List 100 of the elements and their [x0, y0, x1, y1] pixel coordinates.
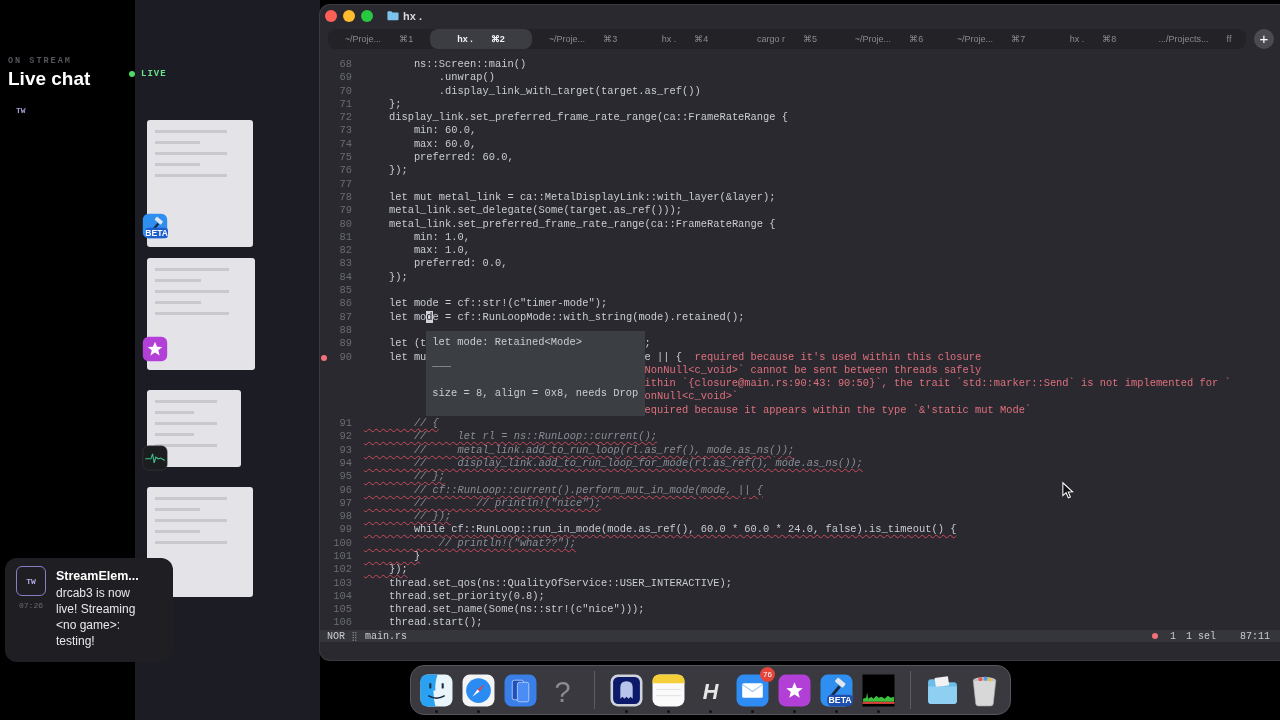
folder-icon [387, 10, 399, 21]
compass-icon[interactable] [462, 673, 495, 707]
stacked-windows-icon[interactable] [504, 673, 537, 707]
terminal-tab[interactable]: ~/Proje... ⌘7 [940, 29, 1042, 49]
line-number: 69 [339, 71, 352, 85]
line-number: 75 [339, 151, 352, 165]
hammer-icon[interactable]: BETA [820, 673, 853, 707]
code-line: min: 1.0, [412, 230, 470, 243]
line-number: 100 [333, 536, 352, 550]
notification-time: 07:26 [19, 601, 43, 610]
question-mark-icon[interactable]: ? [546, 673, 579, 707]
line-number: 92 [339, 430, 352, 444]
line-number: 79 [339, 204, 352, 218]
line-number: 98 [339, 510, 352, 524]
code-line: let mu [387, 350, 427, 363]
window-thumbnail[interactable] [147, 390, 241, 467]
zoom-button[interactable] [361, 9, 373, 22]
window-thumbnail[interactable] [147, 258, 255, 370]
close-button[interactable] [325, 9, 337, 22]
line-number: 71 [339, 97, 352, 112]
selection-count: 1 sel [1185, 630, 1216, 642]
terminal-tab[interactable]: .../Projects... ff [1144, 29, 1246, 49]
line-number: 93 [339, 443, 352, 457]
letter-h-icon[interactable]: H [694, 673, 727, 707]
live-dot-icon [129, 71, 135, 77]
code-line: // let rl = ns::RunLoop::current(); [412, 430, 658, 443]
code-line: thread.set_qos(ns::QualityOfService::USER_INTERACTIVE); [387, 576, 732, 589]
ghost-icon[interactable] [610, 673, 643, 707]
code-line: // cf::RunLoop::current().perform_mut_in_mode(mode, || { [412, 483, 764, 496]
diagnostic-message: equired because it appears within the type `&'static mut Mode` [644, 403, 1032, 417]
line-number: 101 [333, 550, 352, 564]
terminal-tab[interactable]: hx . ⌘2 [430, 29, 532, 49]
notification-message: drcab3 is now live! Streaming <no game>: testing! [56, 585, 137, 649]
window-thumbnail[interactable] [147, 120, 253, 247]
code-line: metal_link.set_delegate(Some(target.as_ref())); [387, 204, 682, 217]
line-number: 104 [333, 589, 352, 604]
panel-title: Live chat [8, 68, 91, 90]
code-line: }); [387, 270, 408, 283]
terminal-tab[interactable]: ~/Proje... ⌘6 [838, 29, 940, 49]
line-number: 80 [339, 217, 352, 231]
line-number: 85 [339, 284, 352, 298]
error-count: 1 [1169, 630, 1176, 642]
diagnostic-message: ithin `{closure@main.rs:90:43: 90:50}`, the trait `std::marker::Send` is not implemented for ` [644, 377, 1231, 390]
activity-graph-icon [142, 445, 168, 471]
line-number: 82 [339, 244, 352, 258]
line-number: 96 [339, 483, 352, 497]
notification-title: StreamElem... [56, 569, 140, 583]
terminal-tab[interactable]: cargo r ⌘5 [736, 29, 838, 49]
code-line: let mode = cf::str!(c"timer-mode"); [387, 297, 608, 310]
line-number: 97 [339, 496, 352, 511]
code-line: }); [387, 563, 408, 576]
cursor-position: 87:11 [1240, 630, 1270, 642]
hammer-icon: BETA [142, 213, 168, 239]
line-number: 106 [333, 616, 352, 630]
line-number: 86 [339, 297, 352, 311]
line-number: 77 [339, 177, 352, 191]
dots-grid-icon [352, 631, 357, 641]
smiling-face-icon[interactable] [420, 673, 453, 707]
terminal-tab[interactable]: ~/Proje... ⌘3 [532, 29, 634, 49]
line-number: 105 [333, 603, 352, 617]
window-thumbnail[interactable] [147, 487, 253, 597]
code-line: min: 60.0, [412, 124, 477, 137]
code-line: } [412, 550, 421, 562]
code-fragment: ; [644, 337, 651, 351]
line-number: 83 [339, 257, 352, 271]
code-line: .display_link_with_target(target.as_ref()) [437, 84, 701, 97]
minimize-button[interactable] [343, 9, 355, 22]
type-signature: let mode: Retained<Mode> [432, 335, 583, 349]
terminal-tab[interactable]: hx . ⌘4 [634, 29, 736, 49]
line-number: 73 [339, 124, 352, 138]
diagnostic-message: NonNull<c_void>` cannot be sent between threads safely [644, 363, 982, 377]
code-line: preferred: 0.0, [412, 257, 508, 270]
code-line: // display_link.add_to_run_loop_for_mode(rl.as_ref(), mode.as_ns()); [412, 456, 863, 469]
file-name: main.rs [365, 630, 408, 642]
code-line: // metal_link.add_to_run_loop(rl.as_ref(), mode.as_ns()); [412, 443, 795, 456]
line-number: 72 [339, 111, 352, 125]
code-line: // }; [412, 470, 446, 483]
line-number: 87 [339, 310, 352, 324]
code-line: }); [387, 164, 408, 177]
folder-icon[interactable] [926, 673, 959, 707]
notification-badge: 76 [760, 667, 775, 682]
code-line: display_link.set_preferred_frame_rate_range(ca::FrameRateRange { [387, 111, 788, 124]
diagnostic-message: onNull<c_void>` [644, 390, 739, 404]
error-dot-icon [1151, 633, 1158, 639]
window-title: hx . [403, 9, 422, 22]
code-line: let mut metal_link = ca::MetalDisplayLink::with_layer(&layer); [387, 190, 776, 203]
activity-graph-icon[interactable] [862, 673, 895, 707]
mouse-pointer-icon [1062, 481, 1074, 500]
new-tab-button[interactable]: + [1254, 29, 1274, 49]
live-label: LIVE [141, 69, 167, 79]
notification-card[interactable]: TW 07:26 StreamElem... drcab3 is now live! Streaming <no game>: testing! [5, 558, 173, 662]
notepad-icon[interactable] [652, 673, 685, 707]
code-line: thread.set_priority(0.8); [387, 589, 545, 602]
terminal-tab[interactable]: ~/Proje... ⌘1 [328, 29, 430, 49]
editor-mode: NOR [327, 630, 345, 642]
code-line: thread.set_name(Some(ns::str!(c"nice"))); [387, 603, 645, 616]
code-fragment: e || { [644, 350, 682, 364]
line-number: 84 [339, 270, 352, 285]
code-line: // }); [412, 510, 452, 523]
terminal-tab[interactable]: hx . ⌘8 [1042, 29, 1144, 49]
